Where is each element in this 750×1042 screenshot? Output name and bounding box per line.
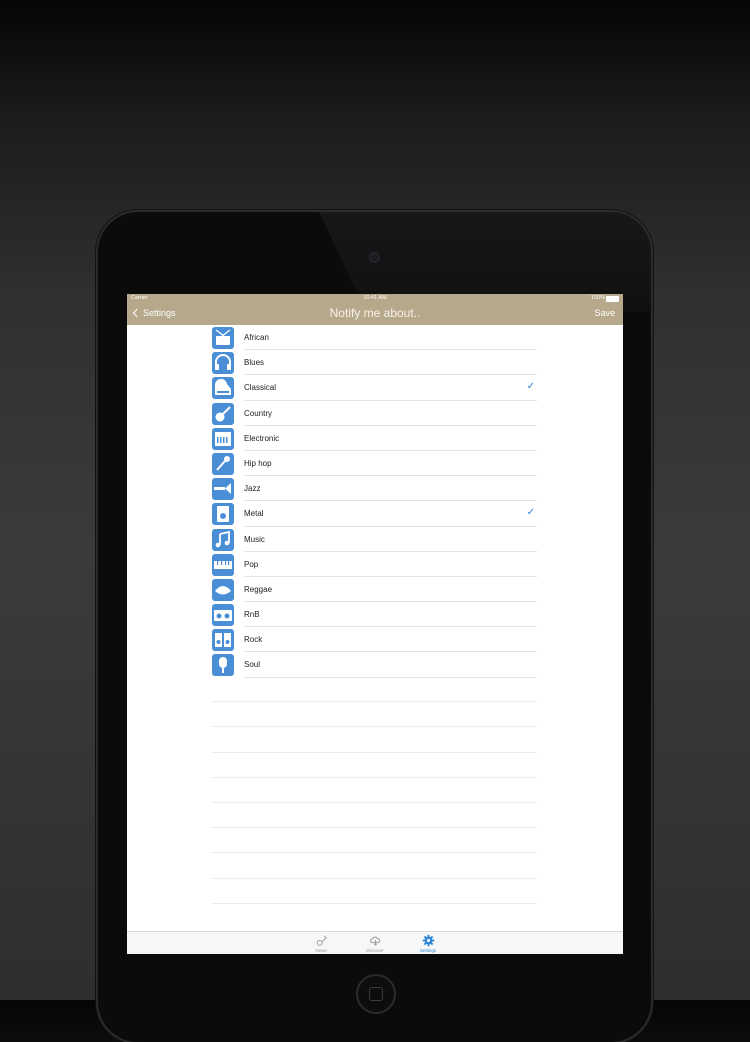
empty-row [211, 727, 537, 753]
trumpet-icon [212, 478, 234, 501]
empty-row [211, 828, 537, 854]
genre-row-rnb[interactable]: RnB [211, 602, 537, 628]
genre-row-metal[interactable]: Metal ✓ [211, 501, 537, 527]
genre-row-music[interactable]: Music [211, 527, 537, 552]
battery-icon [606, 296, 619, 302]
home-button[interactable] [356, 974, 396, 1014]
genre-row-blues[interactable]: Blues [211, 350, 537, 376]
gear-icon [422, 934, 434, 947]
hat-icon [212, 578, 234, 601]
genre-label: RnB [244, 610, 260, 620]
genre-row-classical[interactable]: Classical ✓ [211, 375, 537, 401]
music-note-icon [212, 528, 234, 551]
checkmark-icon: ✓ [526, 507, 535, 519]
empty-row [211, 753, 537, 778]
status-bar: Carrier 10:41 AM 100% [127, 294, 623, 303]
genre-row-reggae[interactable]: Reggae [211, 577, 537, 603]
genre-row-soul[interactable]: Soul [211, 652, 537, 678]
cloud-download-icon [369, 936, 380, 946]
amplifier-icon [212, 503, 234, 526]
headphones-icon [212, 352, 234, 375]
piano-icon [212, 377, 234, 400]
page-title: Notify me about.. [329, 306, 421, 320]
drum-icon [212, 327, 234, 349]
boombox-icon [212, 604, 234, 627]
genre-label: Music [244, 534, 265, 544]
tab-settings-label: Settings [419, 948, 437, 953]
save-button[interactable]: Save [594, 308, 615, 318]
genre-label: Hip hop [244, 458, 272, 468]
guitar-icon [212, 402, 234, 425]
genre-label: African [244, 333, 269, 342]
empty-row [211, 677, 537, 703]
empty-row [211, 702, 537, 728]
genre-label: Reggae [244, 584, 273, 594]
battery-percent: 100% [590, 295, 605, 301]
tab-news[interactable]: News [301, 934, 341, 953]
genre-label: Pop [244, 559, 259, 569]
empty-row [211, 803, 537, 829]
microphone-icon [212, 452, 234, 475]
genre-label: Classical [244, 383, 277, 393]
empty-row [211, 879, 537, 904]
genre-list: African Blues Classical ✓ Country Electronic H… [211, 325, 537, 678]
tab-bar: News Discover Settings [127, 931, 623, 954]
keyboard-icon [212, 553, 234, 576]
genre-label: Electronic [244, 433, 280, 443]
empty-row [211, 853, 537, 879]
speakers-icon [212, 629, 234, 652]
genre-row-hip-hop[interactable]: Hip hop [211, 451, 537, 477]
genre-label: Jazz [244, 484, 261, 494]
top-bar: Carrier 10:41 AM 100% Settings Notify me… [127, 294, 623, 325]
genre-label: Metal [244, 509, 264, 519]
tab-settings[interactable]: Settings [408, 934, 448, 953]
synthesizer-icon [212, 427, 234, 450]
genre-label: Soul [244, 660, 261, 670]
tab-news-label: News [315, 948, 327, 953]
genre-row-african[interactable]: African [211, 325, 537, 351]
genre-row-jazz[interactable]: Jazz [211, 476, 537, 502]
tab-discover-label: Discover [366, 948, 384, 953]
checkmark-icon: ✓ [526, 381, 535, 393]
vintage-microphone-icon [212, 654, 234, 677]
genre-row-pop[interactable]: Pop [211, 552, 537, 577]
empty-row [211, 778, 537, 803]
empty-table-rows [211, 677, 537, 904]
genre-row-country[interactable]: Country [211, 401, 537, 426]
tab-discover[interactable]: Discover [355, 934, 395, 953]
front-camera [370, 253, 379, 262]
genre-label: Rock [244, 635, 263, 645]
genre-row-rock[interactable]: Rock [211, 627, 537, 653]
genre-label: Blues [244, 358, 265, 368]
genre-row-electronic[interactable]: Electronic [211, 426, 537, 451]
guitar-outline-icon [316, 935, 327, 946]
navigation-bar: Settings Notify me about.. Save [127, 303, 623, 325]
genre-label: Country [244, 408, 273, 418]
status-time: 10:41 AM [363, 295, 387, 301]
app-screen: Carrier 10:41 AM 100% Settings Notify me… [127, 294, 623, 954]
